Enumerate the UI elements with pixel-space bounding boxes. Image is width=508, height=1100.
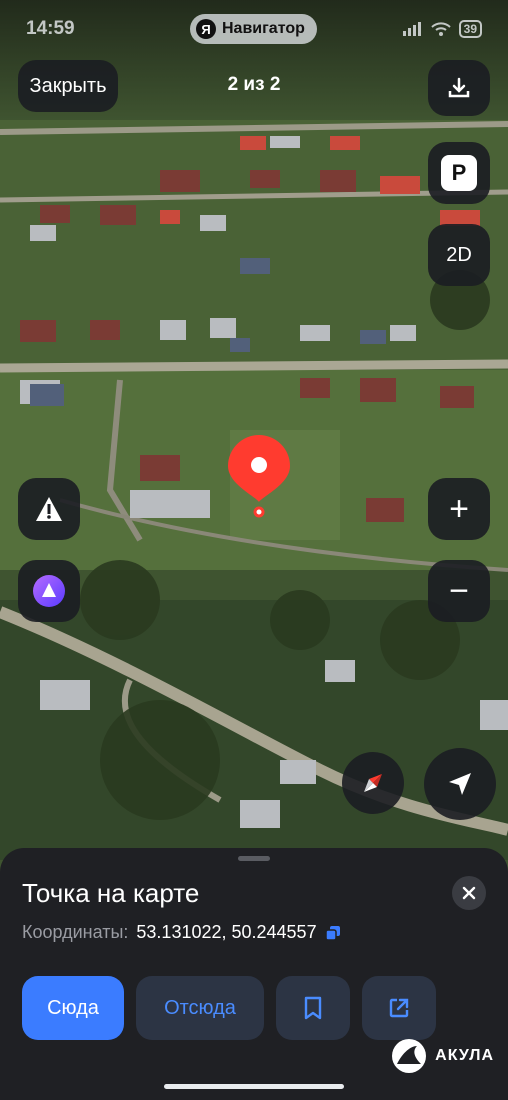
shark-logo-icon <box>392 1039 427 1073</box>
zoom-in-button[interactable]: + <box>428 478 490 540</box>
locate-me-icon <box>449 773 471 795</box>
wifi-icon <box>430 22 451 36</box>
compass-icon <box>364 774 382 792</box>
report-incident-button[interactable] <box>18 478 80 540</box>
share-icon <box>389 998 409 1018</box>
parking-button[interactable]: P <box>428 142 490 204</box>
sheet-close-button[interactable] <box>452 876 486 910</box>
coordinates-value[interactable]: 53.131022, 50.244557 <box>136 922 316 943</box>
bookmark-icon <box>304 996 322 1020</box>
app-return-label: Навигатор <box>222 20 305 37</box>
battery-icon: 39 <box>458 20 482 38</box>
download-button[interactable] <box>428 60 490 116</box>
route-from-here-button[interactable]: Отсюда <box>136 976 264 1040</box>
place-title: Точка на карте <box>22 878 200 908</box>
status-time: 14:59 <box>26 18 75 39</box>
download-icon <box>448 77 470 98</box>
locate-me-button[interactable] <box>424 748 496 820</box>
share-button[interactable] <box>362 976 436 1040</box>
parking-icon: P <box>441 155 477 191</box>
compass-button[interactable] <box>342 752 404 814</box>
coordinates-label: Координаты: <box>22 922 129 942</box>
status-bar: 14:59 Я Навигатор 39 <box>0 14 508 48</box>
status-icons: 39 <box>402 20 482 38</box>
view-mode-label: 2D <box>446 243 472 266</box>
watermark-brand: АКУЛА <box>391 1038 494 1074</box>
close-icon <box>462 886 476 900</box>
signal-icon <box>402 22 421 36</box>
route-here-label: Сюда <box>47 996 99 1019</box>
bookmark-button[interactable] <box>276 976 350 1040</box>
app-return-pill[interactable]: Я Навигатор <box>190 14 317 44</box>
alice-assistant-icon <box>33 575 65 607</box>
coordinates-row: Координаты: 53.131022, 50.244557 <box>22 922 341 943</box>
view-mode-button[interactable]: 2D <box>428 224 490 286</box>
brand-name: АКУЛА <box>435 1047 494 1064</box>
sheet-drag-handle[interactable] <box>238 856 270 861</box>
plus-icon: + <box>449 489 469 528</box>
zoom-out-button[interactable]: − <box>428 560 490 622</box>
action-buttons: Сюда Отсюда <box>22 976 436 1040</box>
route-here-button[interactable]: Сюда <box>22 976 124 1040</box>
copy-icon[interactable] <box>324 925 341 941</box>
warning-icon <box>36 497 62 521</box>
place-card-sheet: Точка на карте Координаты: 53.131022, 50… <box>0 848 508 1100</box>
minus-icon: − <box>449 571 469 610</box>
home-indicator[interactable] <box>164 1084 344 1089</box>
route-from-here-label: Отсюда <box>164 996 236 1019</box>
yandex-logo-icon: Я <box>196 19 216 39</box>
alice-button[interactable] <box>18 560 80 622</box>
